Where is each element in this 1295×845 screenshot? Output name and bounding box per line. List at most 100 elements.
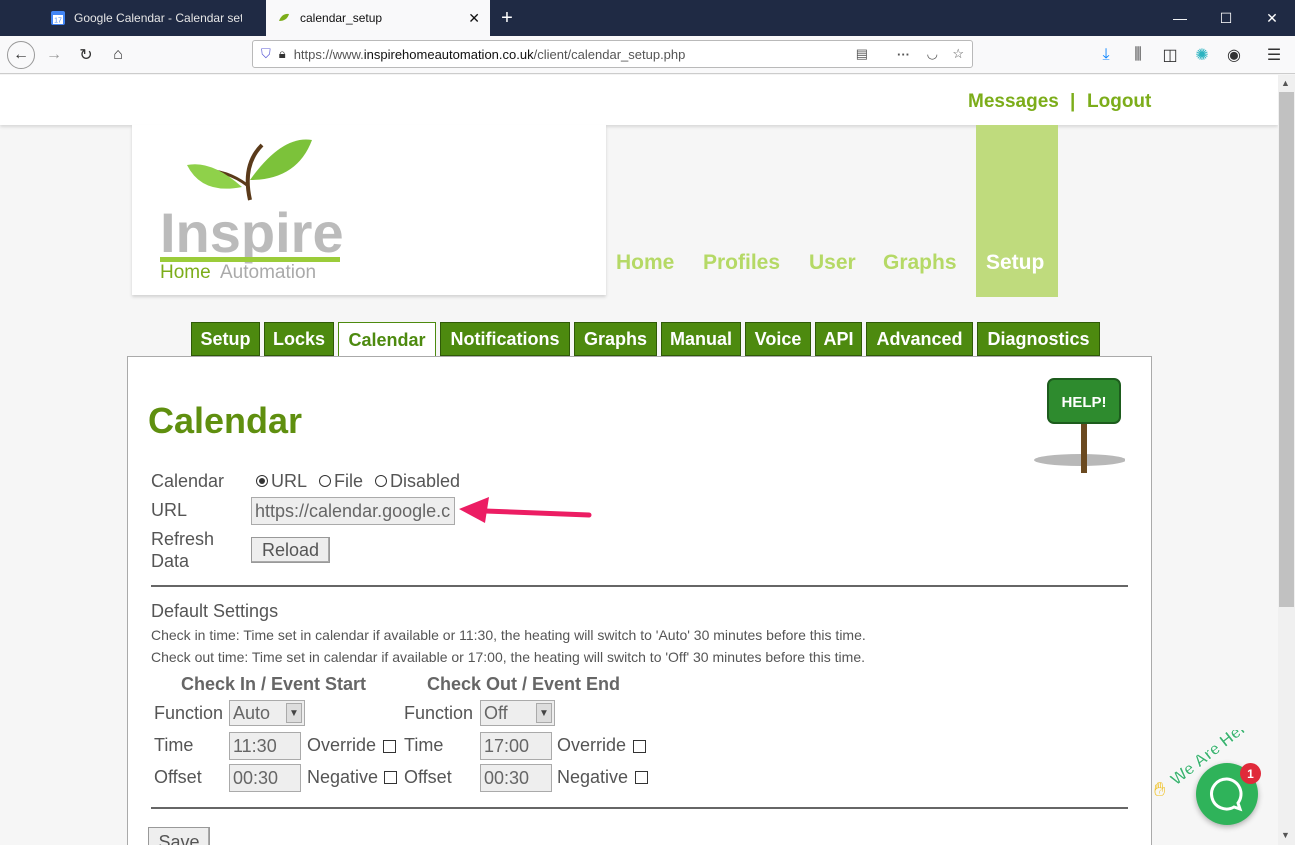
checkin-negative-label: Negative	[307, 767, 379, 787]
checkin-negative-checkbox[interactable]	[384, 771, 397, 784]
reload-button[interactable]: Reload	[251, 537, 330, 563]
bookmark-star-icon[interactable]: ☆	[952, 46, 964, 62]
checkin-heading: Check In / Event Start	[181, 674, 367, 694]
tab-setup[interactable]: Setup	[191, 322, 260, 356]
save-button[interactable]: Save	[148, 827, 210, 845]
radio-disabled[interactable]	[375, 475, 387, 488]
messages-link[interactable]: Messages	[968, 91, 1059, 113]
tab-locks[interactable]: Locks	[264, 322, 334, 356]
extension-icon[interactable]: ✺	[1188, 41, 1216, 69]
minimize-icon[interactable]: —	[1157, 0, 1203, 36]
forward-icon[interactable]: →	[40, 41, 68, 69]
account-icon[interactable]: ◉	[1220, 41, 1248, 69]
calendar-label: Calendar	[151, 471, 225, 491]
checkin-note: Check in time: Time set in calendar if a…	[151, 627, 866, 643]
top-strip: Messages | Logout	[0, 75, 1278, 125]
checkin-override-checkbox[interactable]	[383, 740, 396, 753]
tab-graphs[interactable]: Graphs	[574, 322, 657, 356]
close-tab-icon[interactable]: ✕	[468, 10, 480, 27]
checkout-function-value: Off	[484, 702, 508, 723]
tab-diagnostics[interactable]: Diagnostics	[977, 322, 1100, 356]
tab-advanced[interactable]: Advanced	[866, 322, 973, 356]
menu-icon[interactable]: ☰	[1260, 41, 1288, 69]
nav-profiles[interactable]: Profiles	[703, 251, 780, 275]
wave-hand-icon: ✋︎	[1154, 779, 1165, 800]
checkout-function-select[interactable]: Off ▼	[480, 700, 555, 726]
checkout-negative-label: Negative	[557, 767, 629, 787]
checkin-time-input[interactable]: 11:30	[229, 732, 301, 760]
browser-tab-bar: 17 Google Calendar - Calendar set calend…	[0, 0, 1295, 36]
radio-url-label: URL	[271, 471, 308, 491]
url-bar[interactable]: ⛉ 🔒︎ https://www. inspirehomeautomation.c…	[252, 40, 973, 68]
chevron-down-icon: ▼	[536, 703, 552, 723]
checkout-override-checkbox[interactable]	[633, 740, 646, 753]
back-icon[interactable]: ←	[7, 41, 35, 69]
tab-calendar-setup[interactable]: calendar_setup ✕	[266, 0, 490, 36]
web-page: Messages | Logout Inspire Home Automatio…	[0, 75, 1278, 845]
library-icon[interactable]: ⫼	[1124, 41, 1152, 69]
scrollbar-thumb[interactable]	[1279, 92, 1294, 607]
checkout-time-label: Time	[404, 735, 444, 755]
maximize-icon[interactable]: ☐	[1203, 0, 1249, 36]
close-window-icon[interactable]: ✕	[1249, 0, 1295, 36]
refresh-label-2: Data	[151, 551, 190, 571]
url-domain: inspirehomeautomation.co.uk	[363, 46, 534, 62]
checkout-override-label: Override	[557, 735, 627, 755]
help-sign-icon[interactable]: HELP!	[1030, 375, 1125, 480]
checkout-offset-input[interactable]: 00:30	[480, 764, 552, 792]
radio-file-label: File	[334, 471, 364, 491]
calendar-url-input[interactable]: https://calendar.google.c	[251, 497, 455, 525]
nav-user[interactable]: User	[809, 251, 856, 275]
browser-nav-bar: ← → ↻ ⌂ ⛉ 🔒︎ https://www. inspirehomeauto…	[0, 36, 1295, 74]
leaf-favicon-icon	[276, 10, 292, 26]
help-text: HELP!	[1062, 394, 1107, 411]
tab-title: Google Calendar - Calendar set	[74, 11, 242, 25]
radio-file[interactable]	[319, 475, 331, 488]
annotation-arrow-icon	[459, 497, 592, 523]
radio-url[interactable]	[256, 475, 268, 488]
scroll-up-icon[interactable]: ▲	[1281, 78, 1290, 88]
tab-google-calendar[interactable]: 17 Google Calendar - Calendar set	[40, 0, 266, 36]
checkout-time-input[interactable]: 17:00	[480, 732, 552, 760]
tab-notifications[interactable]: Notifications	[440, 322, 570, 356]
source-url-option[interactable]: URL	[256, 471, 307, 492]
source-disabled-option[interactable]: Disabled	[375, 471, 460, 492]
sidebar-icon[interactable]: ◫	[1156, 41, 1184, 69]
tab-manual[interactable]: Manual	[661, 322, 741, 356]
checkout-offset-label: Offset	[404, 767, 452, 787]
checkout-negative-checkbox[interactable]	[635, 771, 648, 784]
shield-icon: ⛉	[261, 46, 271, 61]
logo[interactable]: Inspire Home Automation	[132, 125, 606, 295]
tab-calendar[interactable]: Calendar	[338, 322, 436, 357]
pocket-icon[interactable]: ◡	[927, 46, 938, 62]
chevron-down-icon: ▼	[286, 703, 302, 723]
nav-setup[interactable]: Setup	[986, 251, 1044, 275]
tab-title: calendar_setup	[300, 11, 383, 25]
logo-text-2b: Automation	[220, 262, 316, 283]
new-tab-icon[interactable]: +	[490, 0, 524, 36]
google-calendar-icon: 17	[50, 10, 66, 26]
checkin-override-label: Override	[307, 735, 377, 755]
tab-api[interactable]: API	[815, 322, 862, 356]
checkin-function-select[interactable]: Auto ▼	[229, 700, 305, 726]
refresh-label-1: Refresh	[151, 529, 215, 549]
chat-badge: 1	[1240, 763, 1261, 784]
logo-text-2a: Home	[160, 262, 211, 283]
nav-graphs[interactable]: Graphs	[883, 251, 957, 275]
divider	[151, 807, 1128, 809]
reload-icon[interactable]: ↻	[72, 41, 100, 69]
downloads-icon[interactable]: ⤓	[1092, 41, 1120, 69]
reader-view-icon[interactable]: ▤	[856, 46, 868, 62]
scroll-down-icon[interactable]: ▼	[1281, 830, 1290, 840]
calendar-badge-text: 17	[54, 18, 62, 25]
page-title: Calendar	[148, 400, 303, 441]
checkin-function-value: Auto	[233, 702, 271, 723]
tab-voice[interactable]: Voice	[745, 322, 811, 356]
home-icon[interactable]: ⌂	[104, 41, 132, 69]
nav-home[interactable]: Home	[616, 251, 674, 275]
more-actions-icon[interactable]: ···	[897, 47, 910, 62]
source-file-option[interactable]: File	[319, 471, 363, 492]
checkin-offset-input[interactable]: 00:30	[229, 764, 301, 792]
logout-link[interactable]: Logout	[1087, 91, 1151, 113]
checkin-offset-label: Offset	[154, 767, 202, 787]
